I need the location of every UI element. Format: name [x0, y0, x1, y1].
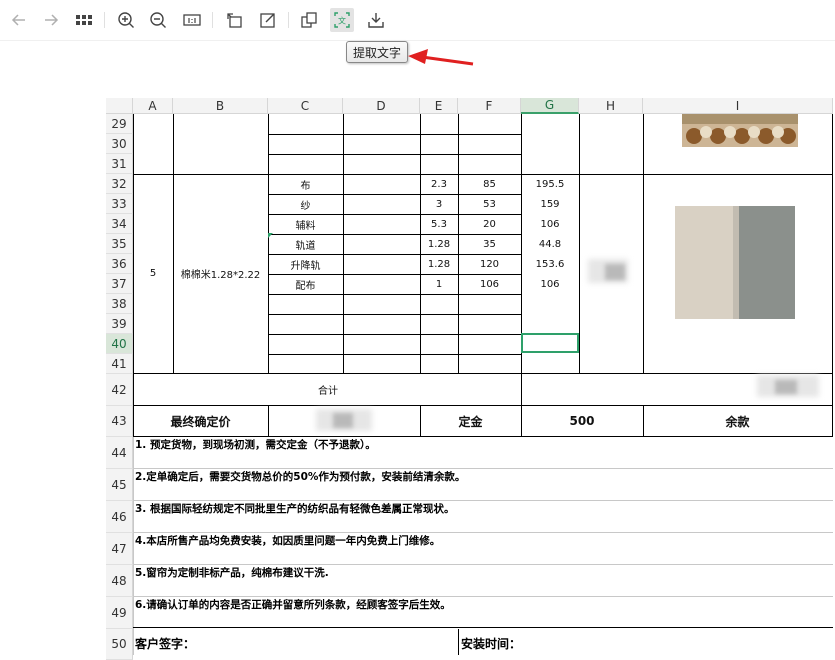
row-header-37[interactable]: 37 [106, 274, 133, 294]
row-header-43[interactable]: 43 [106, 406, 133, 437]
line-item-amount: 106 [540, 218, 560, 230]
row-header-49[interactable]: 49 [106, 597, 133, 629]
line-item-price: 120 [479, 258, 500, 270]
row-header-36[interactable]: 36 [106, 254, 133, 274]
item-name: 棉棉米1.28*2.22 [180, 270, 261, 281]
balance-label: 余款 [725, 414, 750, 429]
row-header-48[interactable]: 48 [106, 565, 133, 597]
row-header-34[interactable]: 34 [106, 214, 133, 234]
note-5: 5.窗帘为定制非标产品，纯棉布建议干洗. [135, 567, 329, 579]
line-item-price: 85 [483, 178, 496, 190]
line-item-price: 106 [479, 278, 500, 290]
note-1: 1. 预定货物，到现场初测，需交定金（不予退款）。 [135, 439, 376, 451]
line-item-name: 布 [300, 180, 311, 192]
row-header-47[interactable]: 47 [106, 533, 133, 565]
line-item-amount: 44.8 [538, 238, 562, 250]
select-all-corner[interactable] [106, 98, 133, 114]
note-6: 6.请确认订单的内容是否正确并留意所列条款，经顾客签字后生效。 [135, 599, 451, 611]
note-2: 2.定单确定后，需要交货物总价的50%作为预付款，安装前结清余款。 [135, 471, 466, 483]
note-4: 4.本店所售产品均免费安装，如因质里问题一年内免费上门维修。 [135, 535, 441, 547]
item-number: 5 [149, 268, 157, 279]
row-header-29[interactable]: 29 [106, 114, 133, 134]
row-header-41[interactable]: 41 [106, 354, 133, 374]
row-header-33[interactable]: 33 [106, 194, 133, 214]
selected-cell-G40[interactable] [521, 333, 579, 353]
row-header-30[interactable]: 30 [106, 134, 133, 154]
column-header-h[interactable]: H [579, 98, 643, 114]
row-header-42[interactable]: 42 [106, 374, 133, 406]
row-header-50[interactable]: 50 [106, 629, 133, 660]
row-header-39[interactable]: 39 [106, 314, 133, 334]
line-item-amount: 159 [540, 198, 560, 210]
line-item-name: 辅料 [295, 220, 316, 232]
line-item-name: 纱 [300, 200, 311, 212]
row-header-32[interactable]: 32 [106, 174, 133, 194]
column-header-f[interactable]: F [458, 98, 521, 114]
deposit-value: 500 [569, 414, 595, 428]
line-item-name: 配布 [295, 280, 316, 292]
note-3: 3. 根据国际轻纺规定不同批里生产的纺织品有轻微色差属正常现状。 [135, 503, 455, 515]
curtain-trim-image [682, 114, 798, 147]
deposit-label: 定金 [458, 414, 483, 429]
column-header-e[interactable]: E [420, 98, 458, 114]
row-header-46[interactable]: 46 [106, 501, 133, 533]
fabric-sample-image [675, 206, 795, 319]
column-header-a[interactable]: A [133, 98, 173, 114]
row-header-40[interactable]: 40 [106, 334, 133, 354]
spreadsheet: ABCDEFGHI 29 30 31 32 33 34 35 36 37 38 39 40 41 42 43… [0, 0, 835, 660]
line-item-qty: 1 [435, 278, 443, 290]
line-item-name: 升降轨 [290, 260, 321, 272]
row-header-35[interactable]: 35 [106, 234, 133, 254]
column-header-d[interactable]: D [343, 98, 420, 114]
line-item-qty: 3 [435, 198, 443, 210]
line-item-qty: 1.28 [427, 258, 451, 270]
line-item-qty: 1.28 [427, 238, 451, 250]
line-item-qty: 2.3 [431, 178, 447, 190]
column-header-c[interactable]: C [268, 98, 343, 114]
total-label: 合计 [318, 385, 338, 397]
row-header-45[interactable]: 45 [106, 469, 133, 501]
row-header-31[interactable]: 31 [106, 154, 133, 174]
line-item-amount: 153.6 [535, 258, 565, 270]
row-header-44[interactable]: 44 [106, 437, 133, 469]
line-item-price: 53 [483, 198, 496, 210]
column-header-i[interactable]: I [643, 98, 833, 114]
final-price-label: 最终确定价 [170, 414, 231, 429]
line-item-name: 轨道 [295, 240, 316, 252]
column-header-b[interactable]: B [173, 98, 268, 114]
column-header-g[interactable]: G [521, 98, 579, 114]
signature-label: 客户签字： [135, 637, 196, 651]
line-item-qty: 5.3 [431, 218, 447, 230]
line-item-amount: 106 [540, 278, 560, 290]
row-header-38[interactable]: 38 [106, 294, 133, 314]
install-time-label: 安装时间： [461, 637, 522, 651]
line-item-price: 35 [483, 238, 496, 250]
line-item-amount: 195.5 [535, 178, 565, 190]
line-item-price: 20 [483, 218, 496, 230]
